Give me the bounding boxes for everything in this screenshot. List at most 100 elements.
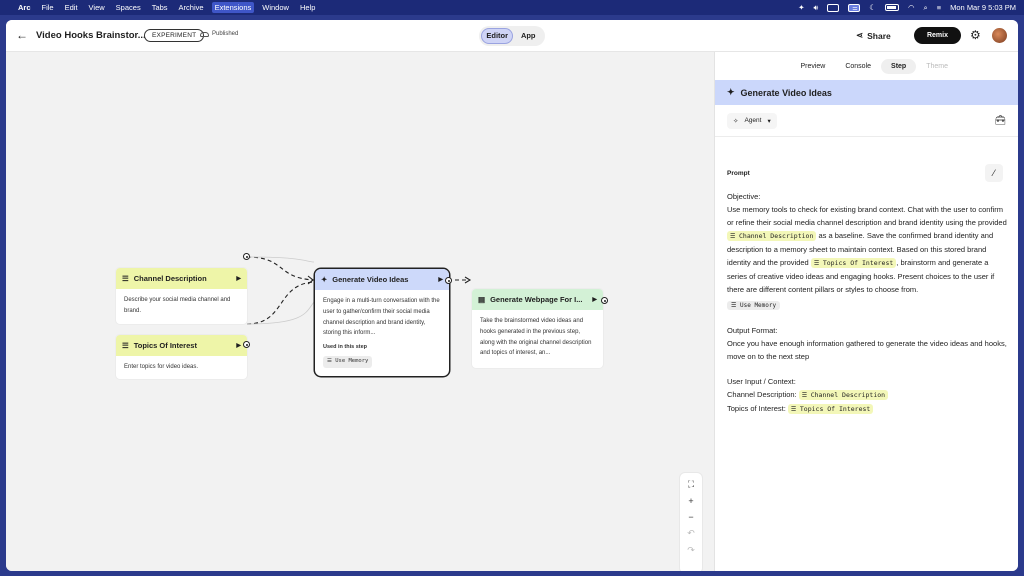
prompt-label: Prompt [727, 170, 750, 177]
mode-switch: Editor App [479, 26, 545, 46]
user-input-label: User Input / Context: [727, 377, 796, 386]
published-label: Published [212, 31, 239, 37]
node-channel-description[interactable]: ☰ Channel Description ▶ Describe your so… [116, 268, 247, 324]
volume-icon[interactable]: 🔊︎ [814, 3, 819, 13]
tab-step[interactable]: Step [881, 58, 917, 74]
menu-spaces[interactable]: Spaces [116, 3, 141, 12]
node-topics-of-interest[interactable]: ☰ Topics Of Interest ▶ Enter topics for … [116, 335, 247, 379]
agent-dropdown[interactable]: ✧ Agent ▾ [727, 112, 777, 129]
step-title[interactable]: Generate Video Ideas [741, 88, 832, 98]
zoom-out-icon[interactable]: − [688, 512, 693, 522]
channel-description-chip[interactable]: Channel Description [727, 231, 817, 241]
output-port[interactable] [601, 297, 608, 304]
menu-window[interactable]: Window [262, 3, 289, 12]
published-status: Published [200, 31, 238, 37]
menu-tabs[interactable]: Tabs [152, 3, 168, 12]
use-memory-chip[interactable]: ☰ Use Memory [323, 356, 373, 368]
edge-topics-to-generate [246, 281, 315, 325]
tab-theme[interactable]: Theme [916, 59, 958, 74]
prompt-editor[interactable]: Objective: Use memory tools to check for… [727, 190, 1009, 416]
fit-view-icon[interactable]: ⛶ [688, 479, 694, 490]
step-header: ✦ Generate Video Ideas [715, 80, 1018, 105]
focus-moon-icon[interactable]: ☾ [869, 3, 876, 12]
gear-icon[interactable]: ⚙ [970, 28, 981, 42]
list-icon: ☰ [122, 274, 129, 283]
magic-wand-icon[interactable]: ⁄ [985, 164, 1003, 182]
output-port[interactable] [243, 341, 250, 348]
zoom-in-icon[interactable]: + [688, 496, 693, 506]
play-icon[interactable]: ▶ [592, 296, 597, 303]
play-icon[interactable]: ▶ [236, 342, 241, 349]
step-panel: Preview Console Step Theme ✦ Generate Vi… [714, 52, 1018, 571]
tab-console[interactable]: Console [835, 59, 881, 74]
menu-view[interactable]: View [89, 3, 105, 12]
screen-record-icon[interactable] [848, 3, 861, 12]
node-header[interactable]: ☰ Topics Of Interest ▶ [116, 335, 247, 356]
node-body: Engage in a multi-turn conversation with… [315, 290, 449, 374]
node-header[interactable]: ✦ Generate Video Ideas ▶ [315, 269, 449, 290]
cloud-icon [200, 31, 209, 37]
avatar[interactable] [992, 28, 1007, 43]
node-header[interactable]: ☰ Channel Description ▶ [116, 268, 247, 289]
project-title[interactable]: Video Hooks Brainstor... [36, 30, 146, 41]
input-channel-label: Channel Description: [727, 390, 797, 399]
app-mode-button[interactable]: App [513, 28, 543, 44]
node-generate-webpage[interactable]: ▤ Generate Webpage For I... ▶ Take the b… [472, 289, 603, 368]
remix-button[interactable]: Remix [914, 27, 961, 44]
play-icon[interactable]: ▶ [236, 275, 241, 282]
redo-icon[interactable]: ↷ [687, 545, 695, 556]
node-header[interactable]: ▤ Generate Webpage For I... ▶ [472, 289, 603, 310]
menu-arc[interactable]: Arc [18, 3, 31, 12]
editor-mode-button[interactable]: Editor [481, 28, 514, 44]
clock-text[interactable]: Mon Mar 9 5:03 PM [950, 3, 1016, 12]
use-memory-chip-label: Use Memory [335, 358, 369, 365]
list-icon: ☰ [122, 341, 129, 350]
experiment-badge: EXPERIMENT [144, 29, 205, 42]
toolkit-icon[interactable]: 🧰︎ [995, 115, 1006, 126]
input-topics-label: Topics of Interest: [727, 404, 786, 413]
battery-icon[interactable] [885, 4, 899, 11]
sparkle-icon[interactable]: ✦ [798, 3, 804, 12]
search-icon[interactable]: ⌕ [924, 3, 928, 13]
node-generate-video-ideas[interactable]: ✦ Generate Video Ideas ▶ Engage in a mul… [315, 269, 449, 376]
undo-icon[interactable]: ↶ [687, 528, 695, 539]
play-icon[interactable]: ▶ [438, 276, 443, 283]
channel-description-chip[interactable]: Channel Description [798, 390, 889, 400]
tab-preview[interactable]: Preview [790, 59, 835, 74]
node-description: Take the brainstormed video ideas and ho… [480, 318, 592, 357]
message-icon[interactable] [827, 3, 840, 12]
output-format-label: Output Format: [727, 326, 778, 335]
agent-label: Agent [744, 117, 762, 124]
topics-of-interest-chip[interactable]: Topics Of Interest [787, 404, 874, 414]
menu-file[interactable]: File [42, 3, 54, 12]
share-button[interactable]: ⋖ Share [856, 30, 891, 41]
edge-topics-faint [246, 301, 315, 325]
agent-row: ✧ Agent ▾ 🧰︎ [715, 105, 1018, 137]
zoom-controls: ⛶ + − ↶ ↷ [680, 473, 702, 571]
wifi-icon[interactable]: ◠ [908, 3, 915, 12]
node-description: Engage in a multi-turn conversation with… [323, 298, 440, 337]
use-memory-chip[interactable]: ☰ Use Memory [727, 301, 781, 310]
node-title: Generate Video Ideas [332, 275, 409, 284]
use-memory-label: Use Memory [740, 302, 777, 309]
control-center-icon[interactable]: ≡ [937, 3, 941, 12]
node-title: Topics Of Interest [133, 341, 197, 350]
menu-help[interactable]: Help [300, 3, 315, 12]
menu-edit[interactable]: Edit [65, 3, 78, 12]
node-title: Generate Webpage For I... [490, 295, 583, 304]
memory-chip-row: ☰ Use Memory [323, 356, 441, 368]
node-title: Channel Description [133, 274, 207, 283]
flow-canvas[interactable]: ☰ Channel Description ▶ Describe your so… [6, 52, 714, 571]
menu-extensions[interactable]: Extensions [211, 2, 255, 13]
back-arrow-icon[interactable]: ← [16, 28, 28, 42]
memory-chip-line: ☰ Use Memory [727, 298, 1009, 312]
panel-tabs: Preview Console Step Theme [715, 52, 1018, 80]
menu-archive[interactable]: Archive [179, 3, 204, 12]
topics-of-interest-chip[interactable]: Topics Of Interest [810, 258, 897, 268]
output-port[interactable] [445, 277, 452, 284]
share-icon: ⋖ [856, 30, 864, 40]
node-description: Enter topics for video ideas. [124, 364, 199, 370]
output-port[interactable] [243, 253, 250, 260]
